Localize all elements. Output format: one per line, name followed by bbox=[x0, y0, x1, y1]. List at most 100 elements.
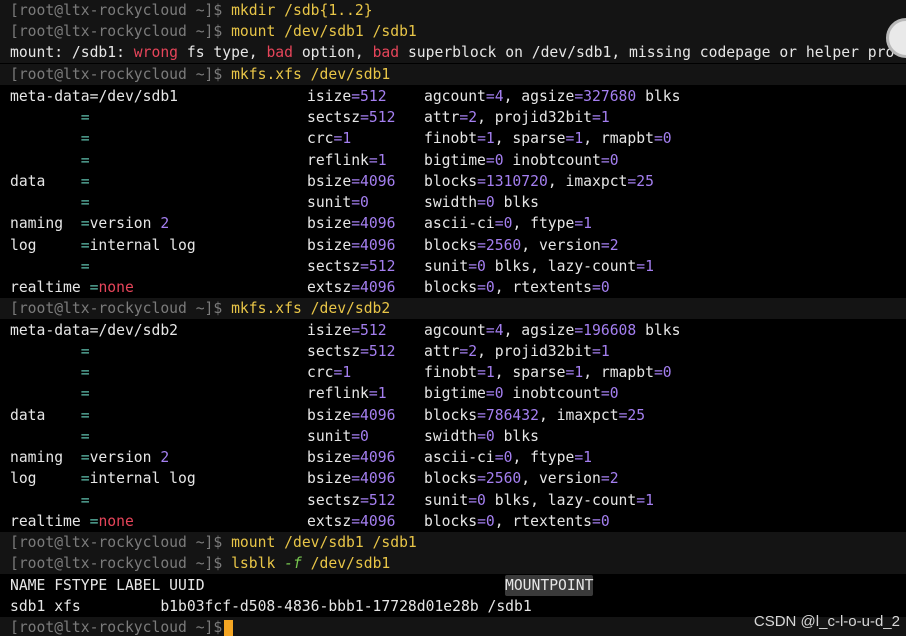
param-unit: blks bbox=[494, 194, 539, 211]
equals-sign: = bbox=[80, 130, 90, 147]
param-value: =0 bbox=[468, 258, 486, 275]
section-label: realtime bbox=[10, 513, 81, 530]
terminal-line: [root@ltx-rockycloud ~]$ mkdir /sdb{1..2… bbox=[0, 0, 906, 21]
param-key: , sparse bbox=[494, 364, 566, 381]
error-keyword: bad bbox=[372, 44, 400, 61]
text-cursor[interactable] bbox=[224, 619, 234, 636]
param-key: , version bbox=[521, 237, 601, 254]
param-value: =0 bbox=[485, 385, 504, 402]
param-key: bsize bbox=[307, 215, 352, 232]
terminal-line: [root@ltx-rockycloud ~]$ mkfs.xfs /dev/s… bbox=[0, 298, 906, 319]
param-value: =1 bbox=[636, 258, 654, 275]
param-key: agcount bbox=[424, 322, 486, 339]
param-value: =1 bbox=[592, 109, 610, 126]
equals-sign: = bbox=[80, 407, 90, 424]
param-value: =1 bbox=[574, 449, 593, 466]
equals-sign: = bbox=[80, 215, 90, 232]
terminal-window[interactable]: [root@ltx-rockycloud ~]$ mkdir /sdb{1..2… bbox=[0, 0, 906, 636]
param-value: =0 bbox=[592, 279, 610, 296]
table-header: NAME FSTYPE LABEL UUID bbox=[10, 577, 205, 594]
param-value: =25 bbox=[627, 173, 654, 190]
param-key: bsize bbox=[307, 470, 352, 487]
param-value: 2 bbox=[151, 215, 170, 232]
command-text: mkfs.xfs /dev/sdb1 bbox=[231, 66, 391, 83]
param-value: =25 bbox=[618, 407, 646, 424]
param-key: isize bbox=[307, 88, 352, 105]
param-value: =0 bbox=[494, 449, 513, 466]
section-label: data bbox=[10, 407, 46, 424]
command-text: mount /dev/sdb1 /sdb1 bbox=[231, 534, 417, 551]
command-text: mount /dev/sdb1 /sdb1 bbox=[231, 23, 417, 40]
param-key: agcount bbox=[424, 88, 486, 105]
command-text: /dev/sdb1 bbox=[301, 555, 391, 572]
table-row: sdb1 xfs b1b03fcf-d508-4836-bbb1-17728d0… bbox=[10, 598, 532, 615]
param-value: =0 bbox=[351, 428, 369, 445]
mkfs-output-row: = sectsz=512 sunit=0 blks, lazy-count=1 bbox=[0, 490, 906, 511]
param-value: =4096 bbox=[351, 513, 396, 530]
param-value: =512 bbox=[360, 258, 396, 275]
param-key: blks, lazy-count bbox=[485, 492, 637, 509]
command-flag: -f bbox=[284, 555, 302, 572]
equals-sign: = bbox=[80, 470, 90, 487]
param-key: , rmapbt bbox=[583, 364, 654, 381]
section-label: meta-data= bbox=[10, 322, 99, 339]
param-value: =4 bbox=[485, 322, 504, 339]
param-key: sectsz bbox=[307, 109, 361, 126]
equals-sign: = bbox=[80, 492, 90, 509]
param-key: version bbox=[89, 449, 152, 466]
error-text: mount: /sdb1: bbox=[10, 44, 134, 61]
param-value: =0 bbox=[477, 428, 495, 445]
param-key: , version bbox=[521, 470, 601, 487]
equals-sign: = bbox=[80, 343, 90, 360]
terminal-line: [root@ltx-rockycloud ~]$ mount /dev/sdb1… bbox=[0, 21, 906, 42]
mkfs-output-row: = sectsz=512 sunit=0 blks, lazy-count=1 bbox=[0, 256, 906, 277]
param-value: =327680 bbox=[574, 88, 637, 105]
param-value: =4096 bbox=[351, 173, 396, 190]
param-value: =1 bbox=[477, 364, 495, 381]
param-value: =2560 bbox=[477, 470, 522, 487]
param-key: , imaxpct bbox=[538, 407, 619, 424]
command-text: mkfs.xfs /dev/sdb2 bbox=[231, 300, 391, 317]
param-value: =0 bbox=[592, 513, 610, 530]
mkfs-output-row: meta-data=/dev/sdb1 isize=512 agcount=4,… bbox=[0, 86, 906, 107]
mkfs-output-row: realtime =none extsz=4096 blocks=0, rtex… bbox=[0, 511, 906, 532]
device-path: /dev/sdb2 bbox=[98, 322, 179, 339]
param-key: sectsz bbox=[307, 492, 361, 509]
equals-sign: = bbox=[80, 428, 90, 445]
equals-sign: = bbox=[80, 173, 90, 190]
param-key: blocks bbox=[424, 470, 478, 487]
command-text: lsblk bbox=[231, 555, 285, 572]
shell-prompt: [root@ltx-rockycloud ~]$ bbox=[10, 66, 223, 83]
error-text: fs type, bbox=[178, 44, 267, 61]
terminal-line: [root@ltx-rockycloud ~]$ lsblk -f /dev/s… bbox=[0, 553, 906, 574]
param-value: none bbox=[98, 279, 134, 296]
param-key: bigtime bbox=[424, 385, 486, 402]
terminal-line: [root@ltx-rockycloud ~]$ mount /dev/sdb1… bbox=[0, 532, 906, 553]
watermark: CSDN @l_c-l-o-u-d_2 bbox=[753, 613, 900, 630]
param-value: =4096 bbox=[351, 279, 396, 296]
table-header-mountpoint: MOUNTPOINT bbox=[505, 575, 594, 596]
section-label: data bbox=[10, 173, 46, 190]
param-key: isize bbox=[307, 322, 352, 339]
param-value: =196608 bbox=[574, 322, 637, 339]
section-label: realtime bbox=[10, 279, 81, 296]
param-key: , rtextents bbox=[494, 513, 593, 530]
error-text: superblock on /dev/sdb1, missing codepag… bbox=[399, 44, 895, 61]
param-key: , sparse bbox=[494, 130, 566, 147]
param-value: =1 bbox=[333, 364, 352, 381]
param-value: =1310720 bbox=[477, 173, 548, 190]
param-key: reflink bbox=[307, 152, 369, 169]
param-value: =2560 bbox=[477, 237, 522, 254]
param-value: =1 bbox=[574, 215, 593, 232]
equals-sign: = bbox=[80, 449, 90, 466]
param-value: =4096 bbox=[351, 215, 396, 232]
param-key: sectsz bbox=[307, 343, 361, 360]
mkfs-output-row: = sunit=0 swidth=0 blks bbox=[0, 426, 906, 447]
equals-sign: = bbox=[80, 109, 90, 126]
param-key: , rmapbt bbox=[583, 130, 654, 147]
mkfs-output-row: naming =version 2 bsize=4096 ascii-ci=0,… bbox=[0, 213, 906, 234]
mkfs-output-row: = sunit=0 swidth=0 blks bbox=[0, 192, 906, 213]
param-value: =1 bbox=[368, 152, 387, 169]
param-key: , projid32bit bbox=[477, 109, 593, 126]
param-key: extsz bbox=[307, 513, 352, 530]
